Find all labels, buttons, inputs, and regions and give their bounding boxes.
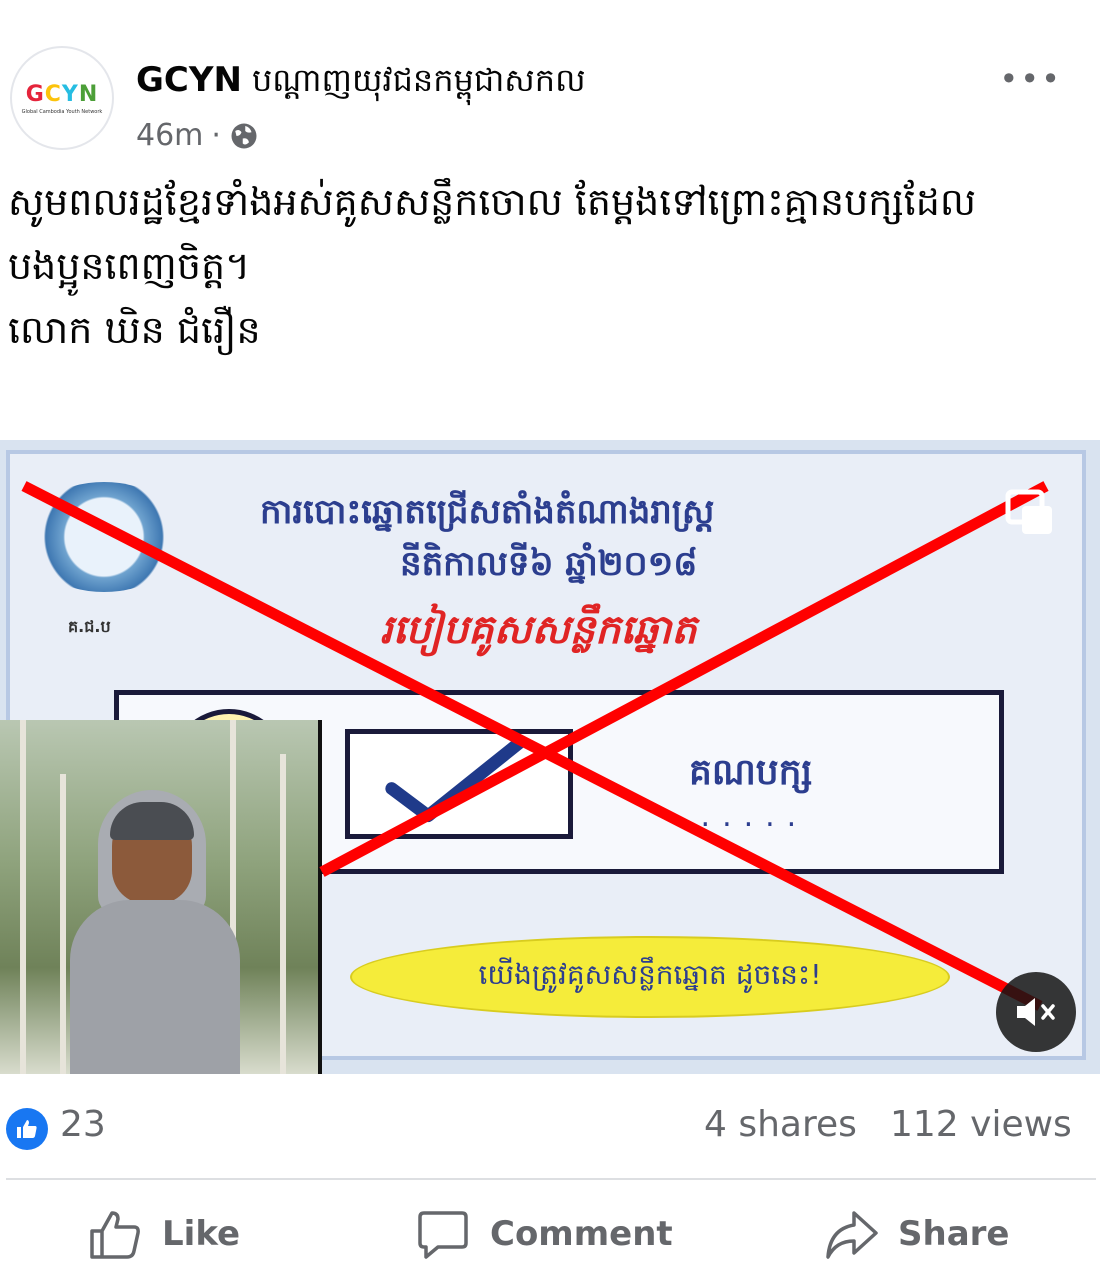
like-reaction-icon[interactable] [6,1108,48,1150]
like-count[interactable]: 23 [60,1104,106,1145]
comment-button[interactable]: Comment [416,1204,673,1264]
page-name[interactable]: GCYN [136,60,242,100]
like-button[interactable]: Like [88,1204,240,1264]
red-cross-overlay [21,481,1049,1011]
share-icon [826,1211,878,1259]
share-label: Share [898,1214,1010,1254]
logo-subtitle: Global Cambodia Youth Network [21,108,103,115]
view-count: 112 views [890,1104,1072,1145]
globe-icon[interactable] [229,121,259,151]
divider [6,1178,1096,1180]
gcyn-logo: GCYN [25,81,99,107]
share-count[interactable]: 4 shares [704,1104,857,1145]
page-avatar[interactable]: GCYN Global Cambodia Youth Network [10,46,114,150]
page-name-khmer[interactable]: បណ្ដាញយុវជនកម្ពុជាសកល [252,61,586,99]
share-button[interactable]: Share [824,1204,1009,1264]
action-bar: Like Comment Share [0,1190,1100,1280]
post-text-line: បងប្អូនពេញចិត្ត។ [8,244,251,288]
post-text-line: លោក ឃិន ជំរឿន [8,308,261,352]
post-header: GCYN Global Cambodia Youth Network GCYN ប… [0,40,1100,160]
post-meta: 46m · [136,118,259,153]
comment-label: Comment [490,1214,673,1254]
post-text: សូមពលរដ្ឋខ្មែរទាំងអស់គូសសន្លឹកចោល តែម្ដង… [8,170,1088,362]
thumbs-up-icon [90,1211,140,1259]
mute-button[interactable] [996,972,1076,1052]
mute-icon [1017,998,1055,1026]
post-text-line: សូមពលរដ្ឋខ្មែរទាំងអស់គូសសន្លឹកចោល តែម្ដង… [8,180,977,224]
meta-separator: · [211,118,221,153]
pip-icon[interactable] [1004,488,1056,540]
more-icon[interactable]: ••• [999,60,1062,98]
video-player[interactable]: គ.ជ.ប ការបោះឆ្នោតជ្រើសតាំងតំណាងរាស្ត្រ ន… [0,440,1100,1074]
like-label: Like [162,1214,241,1254]
comment-icon [418,1211,468,1259]
post-time[interactable]: 46m [136,118,203,153]
page-name-link[interactable]: GCYN បណ្ដាញយុវជនកម្ពុជាសកល [136,60,586,107]
reactions-summary: 23 4 shares 112 views [0,1100,1100,1160]
